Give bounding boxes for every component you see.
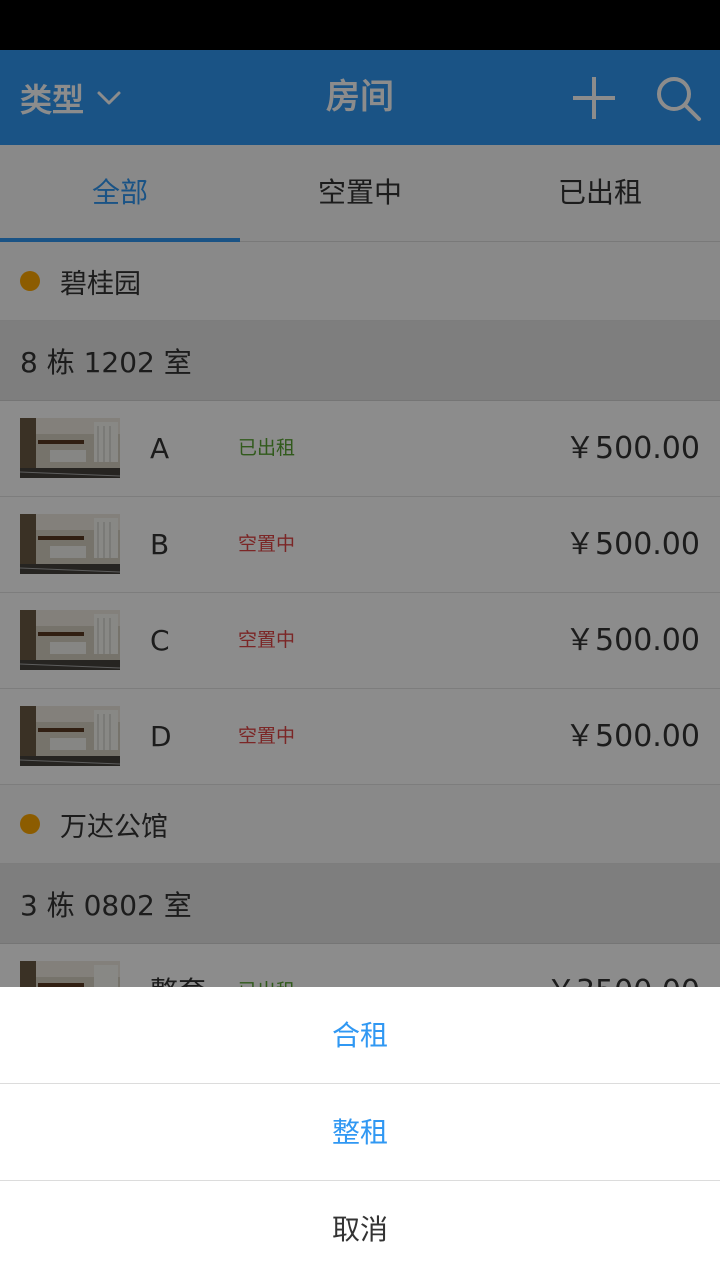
- shared-rent-option[interactable]: 合租: [0, 987, 720, 1084]
- action-sheet: 合租 整租 取消: [0, 987, 720, 1280]
- whole-rent-option[interactable]: 整租: [0, 1084, 720, 1181]
- cancel-button[interactable]: 取消: [0, 1181, 720, 1278]
